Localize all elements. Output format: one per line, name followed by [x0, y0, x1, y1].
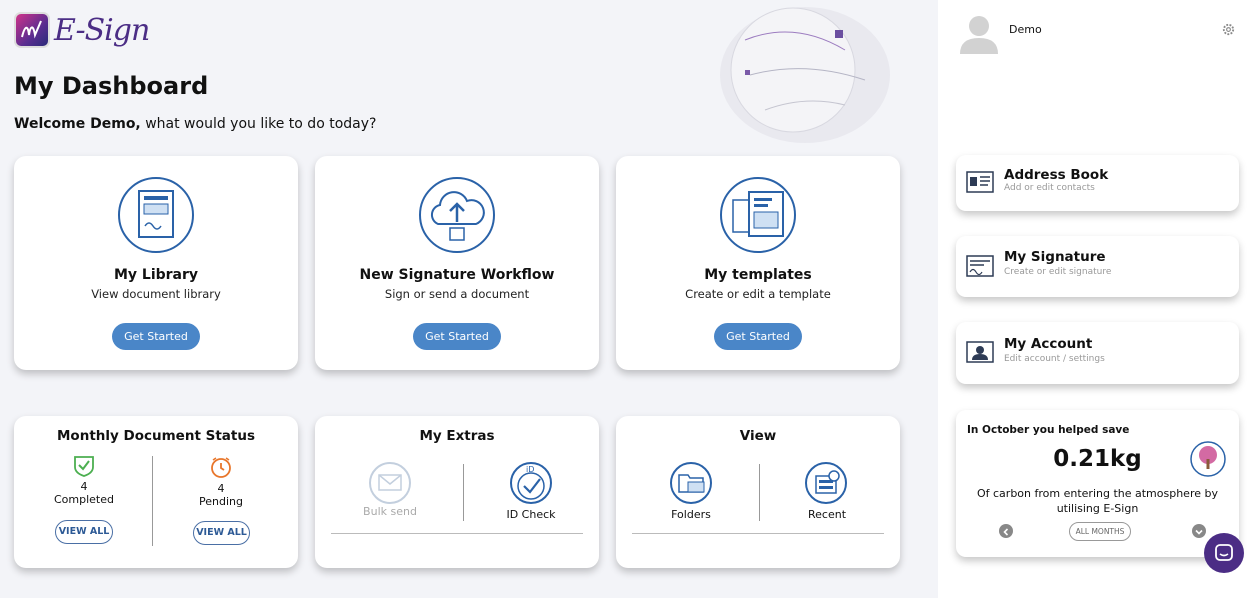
chat-icon — [1215, 544, 1233, 561]
completed-label: Completed — [54, 493, 114, 506]
bulk-send-icon — [369, 462, 411, 504]
monthly-status-title: Monthly Document Status — [57, 428, 255, 444]
logo-text: E-Sign — [54, 12, 150, 48]
previous-month-icon[interactable] — [999, 524, 1013, 538]
svg-text:iD: iD — [526, 465, 534, 474]
extras-bottom-line — [331, 533, 583, 534]
carbon-heading: In October you helped save — [967, 424, 1130, 436]
main-content: E-Sign My Dashboard Welcome Demo, what w… — [0, 0, 938, 598]
completed-view-all-button[interactable]: VIEW ALL — [55, 520, 113, 544]
library-card[interactable]: My Library View document library Get Sta… — [14, 156, 298, 370]
folders-label[interactable]: Folders — [656, 508, 726, 521]
id-check-label[interactable]: ID Check — [496, 508, 566, 521]
view-bottom-line — [632, 533, 884, 534]
recent-icon — [805, 462, 847, 504]
pending-count: 4 — [217, 482, 225, 495]
all-months-button[interactable]: ALL MONTHS — [1069, 522, 1131, 541]
my-signature-title: My Signature — [1004, 249, 1106, 265]
card-subtitle: Create or edit a template — [685, 287, 831, 301]
view-title: View — [739, 428, 777, 444]
card-subtitle: Sign or send a document — [384, 287, 530, 301]
pending-label: Pending — [199, 495, 243, 508]
view-divider — [759, 464, 760, 521]
recent-label[interactable]: Recent — [792, 508, 862, 521]
library-get-started-button[interactable]: Get Started — [112, 323, 200, 350]
completed-count: 4 — [80, 480, 88, 493]
welcome-message: Welcome Demo, what would you like to do … — [14, 116, 377, 132]
pending-view-all-button[interactable]: VIEW ALL — [193, 521, 250, 545]
extras-divider — [463, 464, 464, 521]
folders-icon — [670, 462, 712, 504]
cloud-upload-icon — [419, 177, 495, 253]
account-icon — [966, 341, 994, 363]
address-book-title: Address Book — [1004, 167, 1109, 183]
my-signature-card[interactable]: My Signature Create or edit signature — [956, 236, 1239, 297]
brand-logo[interactable]: E-Sign — [14, 12, 150, 48]
signature-workflow-card[interactable]: New Signature Workflow Sign or send a do… — [315, 156, 599, 370]
address-book-card[interactable]: Address Book Add or edit contacts — [956, 155, 1239, 211]
completed-shield-icon — [74, 456, 94, 477]
my-signature-subtitle: Create or edit signature — [1004, 267, 1112, 277]
library-icon — [118, 177, 194, 253]
pending-clock-icon — [211, 457, 231, 478]
avatar-icon[interactable] — [958, 12, 1000, 54]
workflow-get-started-button[interactable]: Get Started — [413, 323, 501, 350]
status-divider — [152, 456, 153, 546]
id-check-icon: iD — [510, 462, 552, 504]
signature-icon — [966, 255, 994, 277]
card-title: New Signature Workflow — [359, 267, 555, 283]
card-title: My templates — [704, 267, 812, 283]
extras-title: My Extras — [419, 428, 495, 444]
card-title: My Library — [113, 267, 199, 283]
extras-card: My Extras Bulk send iD ID Check — [315, 416, 599, 568]
my-account-title: My Account — [1004, 336, 1093, 352]
logo-mark-icon — [14, 12, 50, 48]
address-book-icon — [966, 171, 994, 193]
pending-stat: 4 Pending — [191, 482, 251, 508]
templates-icon — [720, 177, 796, 253]
user-name: Demo — [1009, 23, 1042, 36]
my-account-card[interactable]: My Account Edit account / settings — [956, 322, 1239, 384]
templates-get-started-button[interactable]: Get Started — [714, 323, 802, 350]
month-dropdown-icon[interactable] — [1192, 524, 1206, 538]
gear-icon[interactable] — [1221, 22, 1236, 37]
templates-card[interactable]: My templates Create or edit a template G… — [616, 156, 900, 370]
bulk-send-label[interactable]: Bulk send — [355, 505, 425, 518]
view-card: View Folders Recent — [616, 416, 900, 568]
address-book-subtitle: Add or edit contacts — [1004, 183, 1095, 193]
completed-stat: 4 Completed — [54, 480, 114, 506]
carbon-description: Of carbon from entering the atmosphere b… — [976, 487, 1218, 515]
globe-illustration — [720, 7, 890, 143]
carbon-card: In October you helped save 0.21kg Of car… — [956, 410, 1239, 557]
right-sidebar: Demo Address Book Add or edit contacts M… — [938, 0, 1253, 598]
card-subtitle: View document library — [91, 287, 221, 301]
page-title: My Dashboard — [14, 72, 209, 100]
carbon-value: 0.21kg — [1053, 446, 1142, 472]
chat-launcher-button[interactable] — [1204, 533, 1244, 573]
my-account-subtitle: Edit account / settings — [1004, 354, 1105, 364]
monthly-status-card: Monthly Document Status 4 Completed VIEW… — [14, 416, 298, 568]
